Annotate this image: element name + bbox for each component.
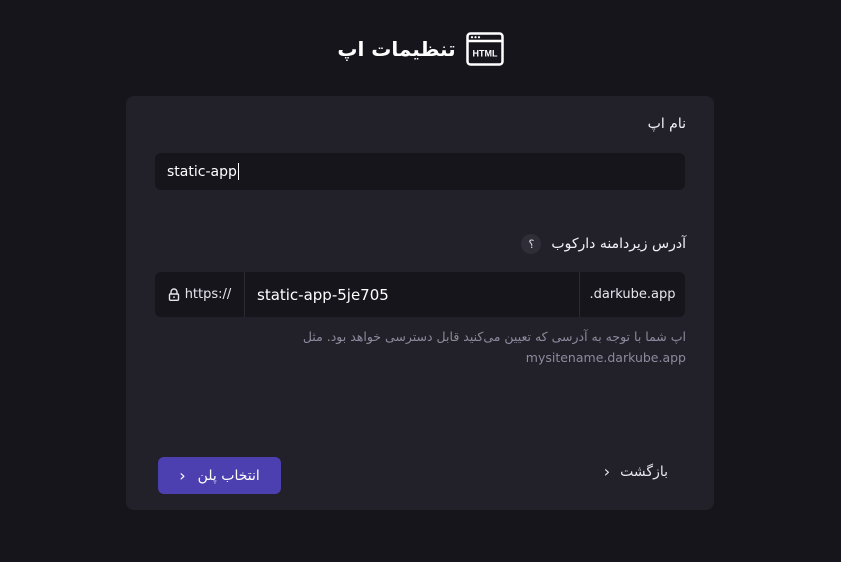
html-window-icon: HTML <box>465 32 504 66</box>
domain-suffix: .darkube.app <box>589 287 676 302</box>
select-plan-label: انتخاب پلن <box>197 467 260 484</box>
subdomain-hint: اپ شما با توجه به آدرسی که تعیین می‌کنید… <box>226 326 686 368</box>
app-name-input[interactable]: static-app <box>155 153 685 190</box>
page-header: HTML تنظیمات اپ <box>0 32 841 66</box>
help-icon[interactable]: ؟ <box>521 234 542 254</box>
page-title: تنظیمات اپ <box>337 37 456 61</box>
text-caret <box>237 163 239 180</box>
subdomain-label-row: آدرس زیردامنه دارکوب ؟ <box>521 234 686 254</box>
subdomain-label: آدرس زیردامنه دارکوب <box>551 236 686 252</box>
subdomain-input[interactable]: static-app-5je705 <box>245 272 580 317</box>
chevron-left-icon: ‹ <box>603 462 611 481</box>
select-plan-button[interactable]: انتخاب پلن ‹ <box>158 457 281 494</box>
settings-card: نام اپ static-app آدرس زیردامنه دارکوب ؟… <box>126 96 714 510</box>
subdomain-url-group: https:// static-app-5je705 .darkube.app <box>155 272 685 317</box>
hint-text: اپ شما با توجه به آدرسی که تعیین می‌کنید… <box>302 329 686 344</box>
app-name-value: static-app <box>167 163 237 180</box>
url-prefix-text: https:// <box>184 287 232 302</box>
lock-icon <box>168 288 179 301</box>
chevron-left-icon: ‹ <box>179 465 186 485</box>
back-label: بازگشت <box>620 464 668 480</box>
url-prefix: https:// <box>155 272 245 317</box>
app-name-label: نام اپ <box>647 116 686 132</box>
hint-example: mysitename.darkube.app <box>525 350 686 365</box>
svg-text:HTML: HTML <box>472 49 497 59</box>
subdomain-value: static-app-5je705 <box>257 285 389 304</box>
back-button[interactable]: بازگشت ‹ <box>603 462 668 481</box>
